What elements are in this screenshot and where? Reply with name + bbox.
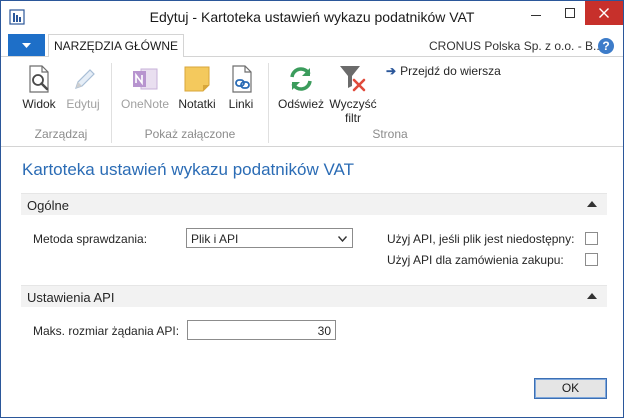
use-api-purchase-checkbox[interactable] xyxy=(585,253,598,266)
arrow-right-icon: ➔ xyxy=(386,64,397,78)
links-label: Linki xyxy=(228,97,254,111)
notes-label: Notatki xyxy=(178,97,216,111)
edit-label: Edytuj xyxy=(66,97,100,111)
section-title-general: Ogólne xyxy=(27,198,69,213)
use-api-purchase-label: Użyj API dla zamówienia zakupu: xyxy=(387,253,564,267)
close-button[interactable] xyxy=(585,1,623,25)
refresh-icon xyxy=(290,67,312,91)
refresh-button[interactable]: Odśwież xyxy=(277,61,325,117)
chevron-down-icon xyxy=(22,43,31,48)
method-value: Plik i API xyxy=(191,232,239,246)
clear-filter-label: Wyczyść filtr xyxy=(329,97,377,125)
use-api-label: Użyj API, jeśli plik jest niedostępny: xyxy=(387,232,575,246)
title-bar: Edytuj - Kartoteka ustawień wykazu podat… xyxy=(1,1,623,32)
pencil-icon xyxy=(75,69,95,89)
close-icon xyxy=(599,8,609,18)
use-api-checkbox[interactable] xyxy=(585,232,598,245)
app-menu-button[interactable] xyxy=(8,34,45,56)
link-icon xyxy=(232,65,252,93)
ribbon-tab-bar: NARZĘDZIA GŁÓWNE CRONUS Polska Sp. z o.o… xyxy=(1,33,623,58)
edit-button[interactable]: Edytuj xyxy=(63,61,103,117)
clear-filter-label-line2: filtr xyxy=(345,111,361,125)
onenote-button[interactable]: OneNote xyxy=(119,61,171,117)
group-label-manage: Zarządzaj xyxy=(34,127,88,141)
ribbon-separator xyxy=(111,63,112,143)
group-label-page: Strona xyxy=(372,127,408,141)
max-request-value: 30 xyxy=(317,324,331,338)
ok-button[interactable]: OK xyxy=(534,378,607,399)
group-label-attachments: Pokaż załączone xyxy=(144,127,236,141)
help-icon[interactable]: ? xyxy=(598,38,614,54)
minimize-button[interactable] xyxy=(519,1,553,25)
section-header-general[interactable]: Ogólne xyxy=(21,193,607,215)
method-select[interactable]: Plik i API xyxy=(186,228,353,248)
refresh-label: Odśwież xyxy=(277,97,324,111)
page-title: Kartoteka ustawień wykazu podatników VAT xyxy=(22,160,354,179)
max-request-label: Maks. rozmiar żądania API: xyxy=(33,324,180,338)
chevron-up-icon[interactable] xyxy=(587,292,597,300)
clear-filter-label-line1: Wyczyść xyxy=(329,97,377,111)
sticky-note-icon xyxy=(184,66,210,92)
section-header-api[interactable]: Ustawienia API xyxy=(21,285,607,307)
view-button[interactable]: Widok xyxy=(17,61,61,117)
tab-home[interactable]: NARZĘDZIA GŁÓWNE xyxy=(48,34,184,58)
onenote-icon xyxy=(133,68,158,90)
ribbon: Widok Edytuj Zarządzaj OneNote Notatki L… xyxy=(1,57,623,147)
ribbon-separator xyxy=(268,63,269,143)
chevron-down-icon xyxy=(338,236,347,242)
clear-filter-icon xyxy=(340,66,366,92)
links-button[interactable]: Linki xyxy=(223,61,259,117)
notes-button[interactable]: Notatki xyxy=(175,61,219,117)
dialog-window: Edytuj - Kartoteka ustawień wykazu podat… xyxy=(0,0,624,418)
method-label: Metoda sprawdzania: xyxy=(33,232,148,246)
max-request-input[interactable]: 30 xyxy=(187,320,336,340)
section-title-api: Ustawienia API xyxy=(27,290,115,305)
view-label: Widok xyxy=(22,97,56,111)
maximize-icon xyxy=(565,8,575,18)
company-name[interactable]: CRONUS Polska Sp. z o.o. - B... xyxy=(429,39,603,53)
minimize-icon xyxy=(531,15,541,16)
goto-row-button[interactable]: ➔ Przejdź do wiersza xyxy=(386,64,501,78)
maximize-button[interactable] xyxy=(553,1,587,25)
chevron-up-icon[interactable] xyxy=(587,200,597,208)
goto-row-label: Przejdź do wiersza xyxy=(400,64,501,78)
onenote-label: OneNote xyxy=(120,97,170,111)
clear-filter-button[interactable]: Wyczyść filtr xyxy=(329,61,377,125)
view-icon xyxy=(29,65,49,93)
